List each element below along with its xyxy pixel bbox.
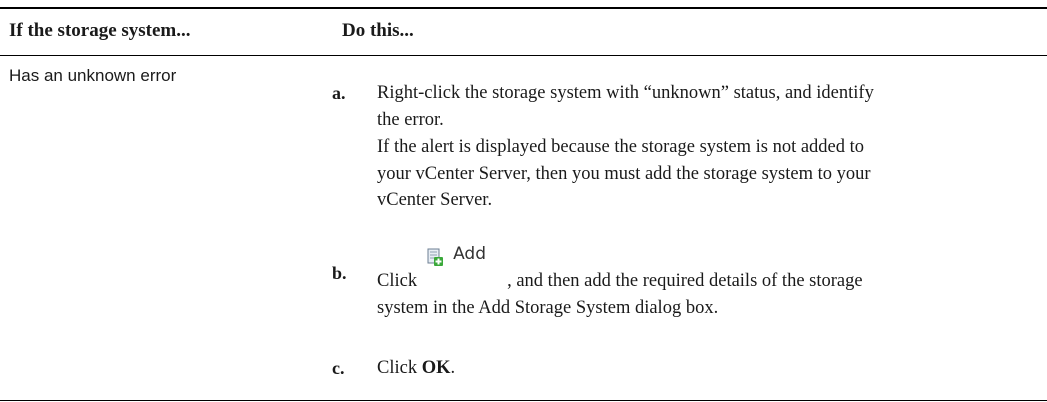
add-button-image: Add xyxy=(417,244,507,286)
step-body: Click OK. xyxy=(377,355,1042,382)
step-text-line: system in the Add Storage System dialog … xyxy=(377,297,719,318)
column-header-action: Do this... xyxy=(342,20,414,41)
step-prefix: Click xyxy=(377,358,418,378)
step-note-line: If the alert is displayed because the st… xyxy=(377,137,865,157)
step-text-line: Click Add , and then add the required det… xyxy=(377,244,1042,295)
step-body: Right-click the storage system with “unk… xyxy=(377,80,1042,214)
step-prefix: Click xyxy=(377,271,418,291)
table-top-rule xyxy=(0,7,1047,9)
step-text-line: Right-click the storage system with “unk… xyxy=(377,83,874,103)
add-button-label: Add xyxy=(453,244,487,264)
step-suffix: . xyxy=(450,358,456,378)
step-text-line: Click OK. xyxy=(377,355,1042,382)
header-rule xyxy=(0,55,1047,57)
step-suffix: , and then add the required details of t… xyxy=(507,271,863,291)
step-note-line: your vCenter Server, then you must add t… xyxy=(377,163,871,184)
step-marker: a. xyxy=(332,83,346,103)
ok-label: OK xyxy=(421,358,451,378)
step-note-line: vCenter Server. xyxy=(377,190,493,210)
add-storage-icon xyxy=(427,248,444,266)
step-marker: c. xyxy=(332,358,345,378)
step-marker: b. xyxy=(332,263,347,283)
step-text-line: the error. xyxy=(377,109,444,130)
table-bottom-rule xyxy=(0,400,1047,402)
column-header-condition: If the storage system... xyxy=(9,20,191,41)
step-body: Click Add , and then add the required det… xyxy=(377,244,1042,321)
condition-cell: Has an unknown error xyxy=(9,66,177,85)
